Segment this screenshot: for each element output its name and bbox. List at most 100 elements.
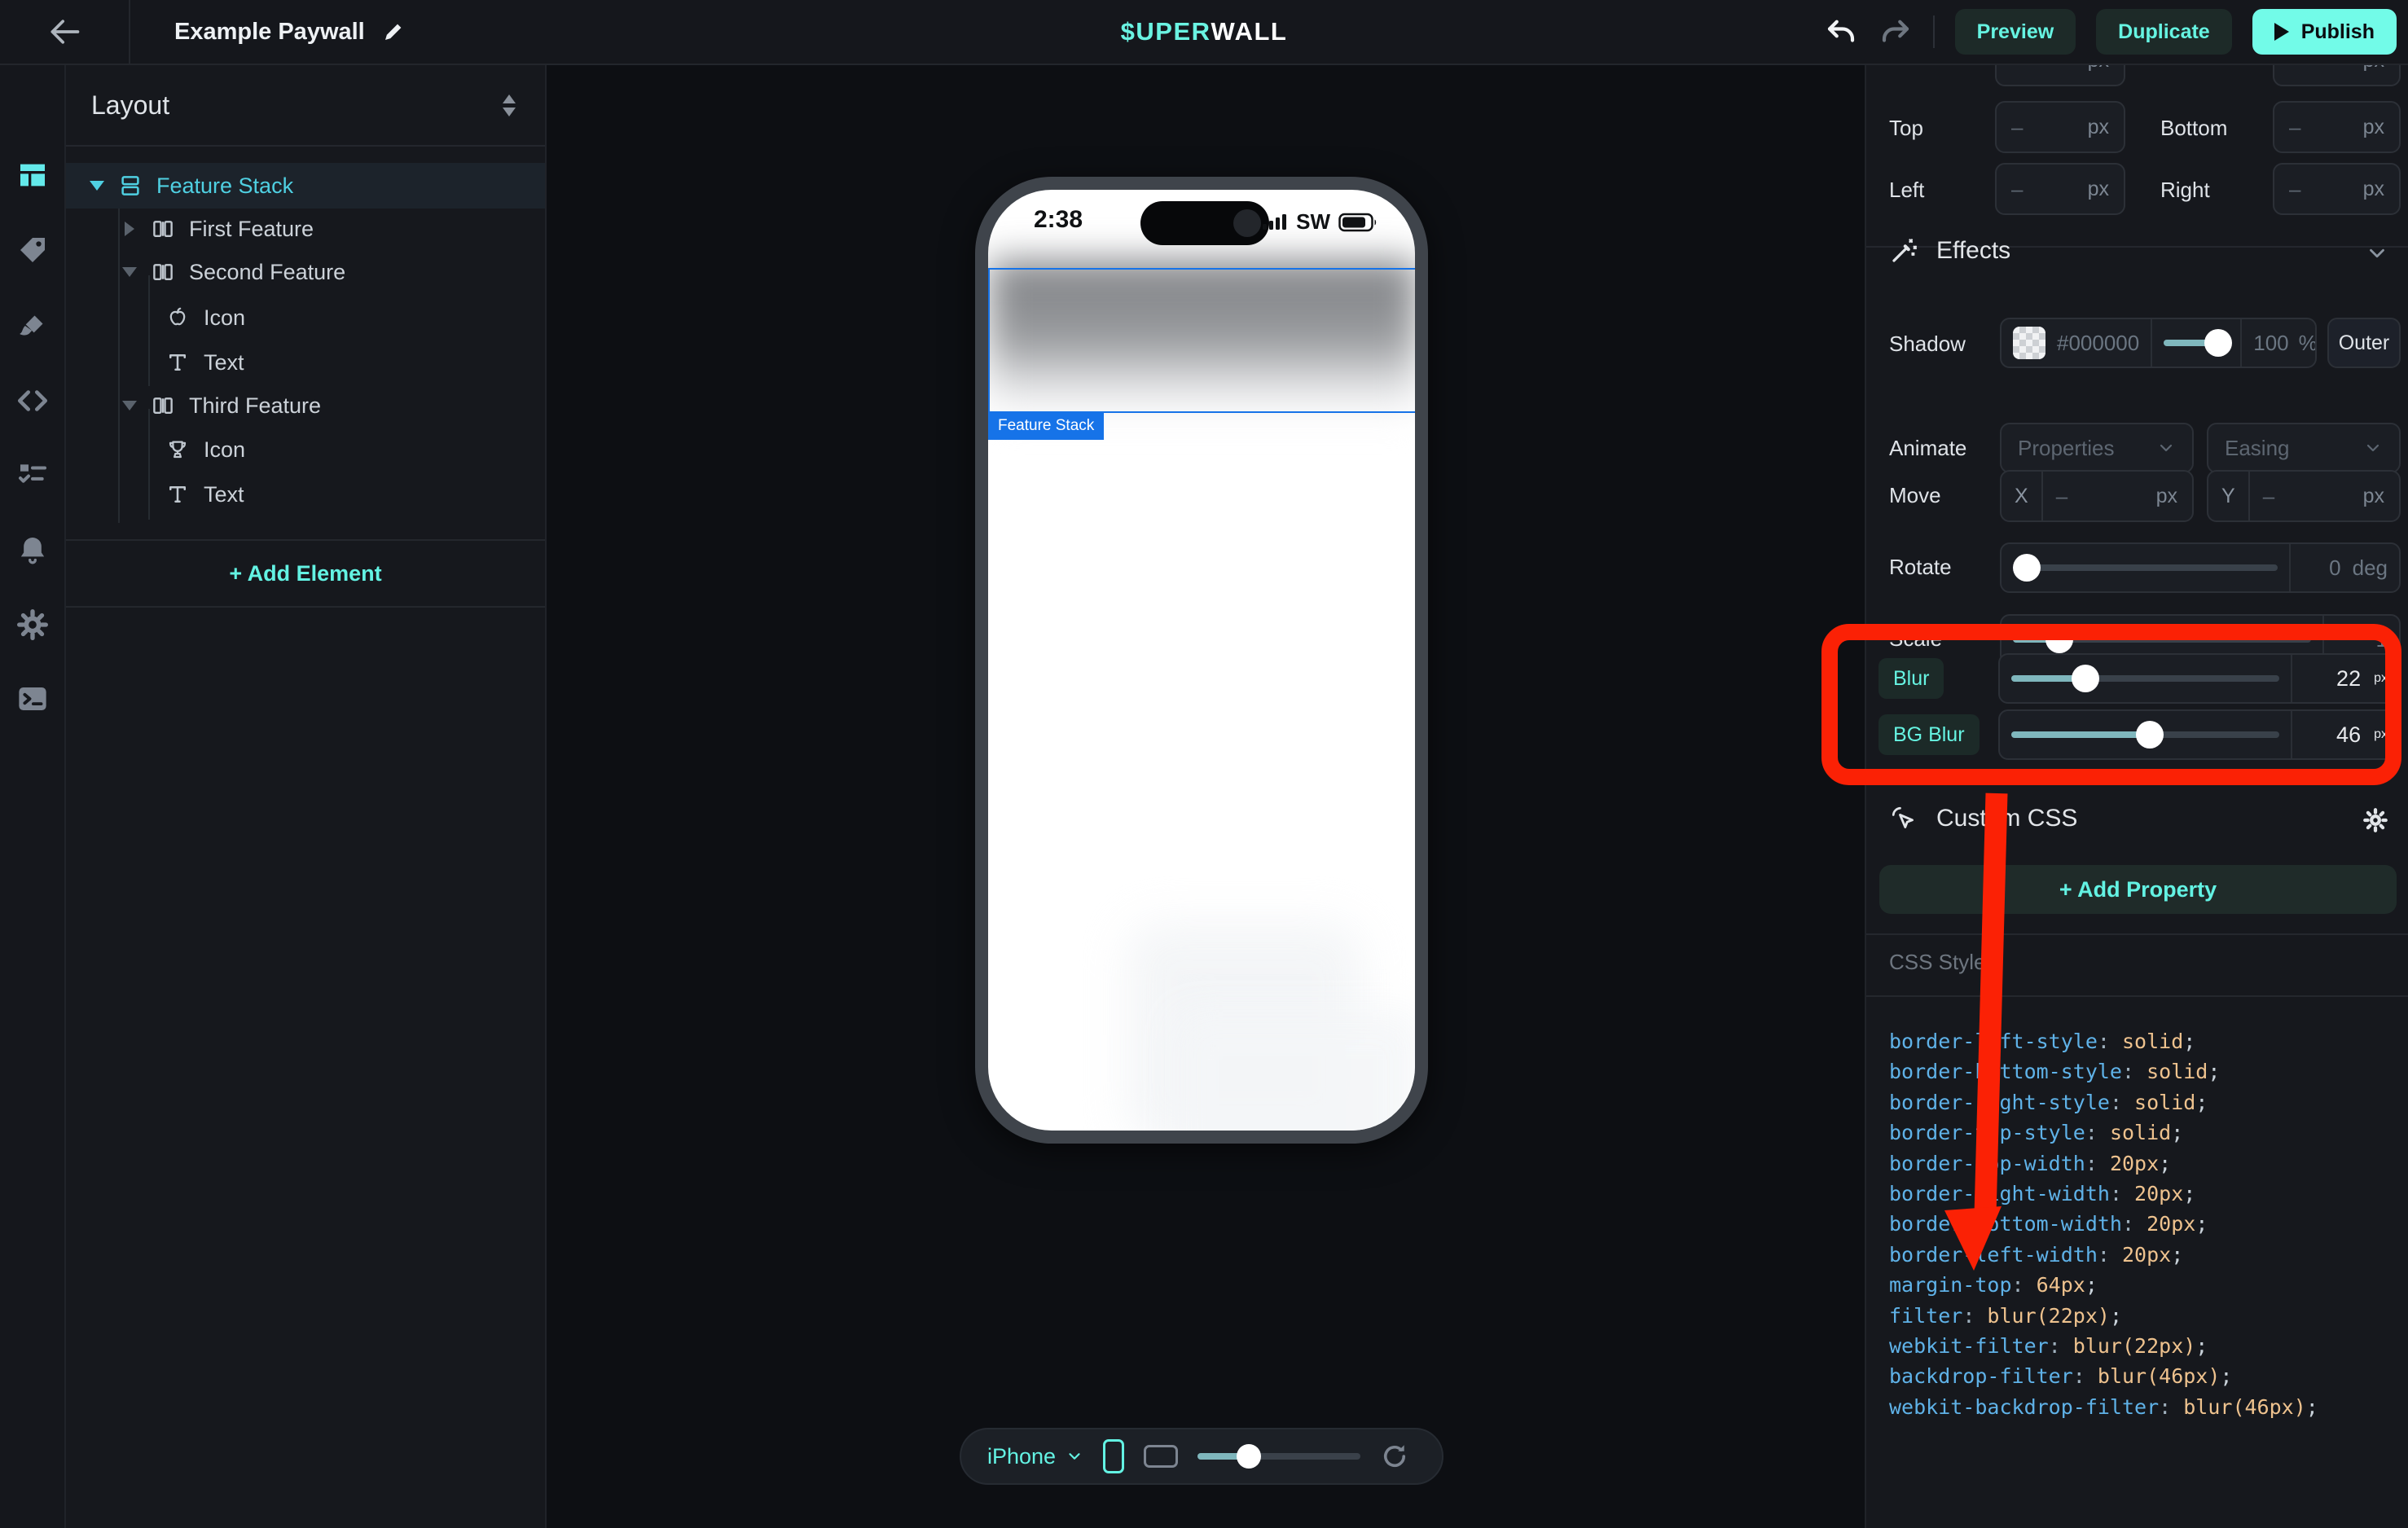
- padding-right-input[interactable]: – px: [2273, 163, 2401, 215]
- move-x-input[interactable]: X – px: [2000, 470, 2194, 522]
- duplicate-button[interactable]: Duplicate: [2096, 9, 2232, 55]
- iphone-preview-frame: Feature Stack 2:38 SW: [975, 177, 1428, 1144]
- css-code-line: backdrop-filter: blur(46px);: [1889, 1361, 2318, 1391]
- rail-brush-icon[interactable]: [0, 302, 64, 349]
- section-divider: [1866, 933, 2408, 935]
- rotate-label: Rotate: [1889, 555, 1952, 580]
- add-property-button[interactable]: + Add Property: [1879, 865, 2397, 914]
- move-label: Move: [1889, 483, 1941, 508]
- shadow-slider-knob[interactable]: [2204, 329, 2232, 357]
- padding-right-label: Right: [2160, 178, 2210, 203]
- rotate-slider-knob[interactable]: [2013, 554, 2041, 582]
- shadow-color-swatch[interactable]: [2013, 327, 2045, 359]
- custom-css-title: Custom CSS: [1936, 805, 2077, 832]
- css-code-line: margin-top: 64px;: [1889, 1270, 2318, 1300]
- add-element-label: + Add Element: [229, 561, 381, 586]
- trophy-icon: [165, 437, 190, 462]
- add-element-button[interactable]: + Add Element: [66, 539, 545, 608]
- css-code-block[interactable]: border-left-style: solid;border-bottom-s…: [1889, 1026, 2318, 1422]
- chevron-down-icon: [2156, 438, 2176, 458]
- preview-button[interactable]: Preview: [1955, 9, 2076, 55]
- shadow-hex-value: #000000: [2057, 331, 2139, 356]
- padding-bottom-input[interactable]: – px: [2273, 101, 2401, 153]
- custom-css-section-header[interactable]: Custom CSS: [1889, 804, 2077, 833]
- canvas-bottom-toolbar: iPhone: [960, 1428, 1443, 1485]
- edit-pencil-icon[interactable]: [381, 20, 406, 44]
- device-selector[interactable]: iPhone: [987, 1444, 1083, 1469]
- undo-icon[interactable]: [1824, 15, 1858, 49]
- shadow-opacity-slider[interactable]: [2151, 319, 2240, 367]
- shadow-color-control[interactable]: #000000: [2002, 319, 2151, 367]
- status-bar-right: SW: [1262, 209, 1379, 235]
- shadow-label: Shadow: [1889, 332, 1966, 357]
- tree-item-first-feature[interactable]: First Feature: [66, 206, 545, 252]
- device-selector-label: iPhone: [987, 1444, 1056, 1469]
- tree-item-second-feature[interactable]: Second Feature: [66, 249, 545, 295]
- zoom-slider-knob[interactable]: [1237, 1444, 1261, 1469]
- tree-item-feature-stack[interactable]: Feature Stack: [66, 163, 545, 209]
- portrait-orientation-button[interactable]: [1103, 1439, 1124, 1473]
- tree-item-icon-2[interactable]: Icon: [66, 295, 545, 340]
- caret-down-icon[interactable]: [88, 181, 106, 191]
- rail-settings-icon[interactable]: [0, 601, 64, 648]
- tree-item-icon-3[interactable]: Icon: [66, 427, 545, 472]
- custom-css-gear-icon[interactable]: [2362, 806, 2389, 834]
- padding-left-label: Left: [1889, 178, 1924, 203]
- rail-checklist-icon[interactable]: [0, 450, 64, 498]
- padding-bottom-label: Bottom: [2160, 116, 2227, 141]
- tree-item-third-feature[interactable]: Third Feature: [66, 383, 545, 428]
- animate-properties-dropdown[interactable]: Properties: [2000, 423, 2194, 473]
- sort-icon[interactable]: [503, 94, 516, 116]
- move-y-input[interactable]: Y – px: [2207, 470, 2401, 522]
- logo-rest: WALL: [1211, 17, 1288, 46]
- chevron-down-icon: [1066, 1447, 1083, 1465]
- caret-down-icon[interactable]: [121, 401, 138, 411]
- magic-wand-icon: [1889, 236, 1918, 266]
- landscape-orientation-button[interactable]: [1144, 1445, 1178, 1468]
- css-code-line: border-top-width: 20px;: [1889, 1148, 2318, 1179]
- apple-icon: [165, 305, 190, 330]
- css-code-line: border-bottom-style: solid;: [1889, 1056, 2318, 1087]
- tree-item-label: Second Feature: [189, 260, 345, 285]
- back-button[interactable]: [0, 0, 130, 64]
- caret-right-icon[interactable]: [121, 222, 138, 236]
- css-code-line: border-left-style: solid;: [1889, 1026, 2318, 1056]
- rotate-value[interactable]: 0 deg: [2289, 544, 2399, 591]
- publish-button[interactable]: Publish: [2252, 9, 2397, 55]
- effects-title: Effects: [1936, 237, 2010, 265]
- rail-tag-icon[interactable]: [0, 226, 64, 274]
- shadow-opacity-value[interactable]: 100 %: [2240, 319, 2317, 367]
- tree-item-text-2[interactable]: Text: [66, 340, 545, 385]
- refresh-icon[interactable]: [1380, 1442, 1409, 1471]
- effects-section-header[interactable]: Effects: [1889, 236, 2010, 266]
- css-styles-label: CSS Styles: [1889, 950, 1997, 975]
- iphone-screen[interactable]: Feature Stack 2:38 SW: [988, 190, 1415, 1131]
- toolbar-divider: [1933, 15, 1935, 48]
- tree-item-label: Third Feature: [189, 393, 321, 419]
- shadow-outer-button[interactable]: Outer: [2327, 318, 2401, 368]
- inspector-panel: – px – px Top – px Bottom – px Left – px…: [1865, 65, 2408, 1528]
- rail-console-icon[interactable]: [0, 675, 64, 722]
- animate-easing-dropdown[interactable]: Easing: [2207, 423, 2401, 473]
- rail-code-icon[interactable]: [0, 377, 64, 424]
- effects-collapse-chevron-icon[interactable]: [2365, 241, 2389, 266]
- tree-item-label: Icon: [204, 437, 245, 463]
- redo-icon[interactable]: [1879, 15, 1913, 49]
- tree-item-text-3[interactable]: Text: [66, 472, 545, 517]
- selection-outline[interactable]: [988, 268, 1415, 413]
- camera-dot: [1233, 209, 1261, 237]
- stack-icon: [118, 173, 143, 198]
- top-bar: Example Paywall $UPERWALL Preview Duplic…: [0, 0, 2408, 65]
- text-icon: [165, 482, 190, 507]
- rail-notifications-icon[interactable]: [0, 526, 64, 573]
- carrier-label: SW: [1296, 209, 1330, 235]
- padding-left-input[interactable]: – px: [1995, 163, 2125, 215]
- padding-top-input[interactable]: – px: [1995, 101, 2125, 153]
- shadow-control-group: #000000 100 %: [2000, 318, 2317, 368]
- rail-layout-icon[interactable]: [0, 151, 64, 199]
- canvas-zoom-slider[interactable]: [1197, 1444, 1360, 1469]
- faint-blurred-shape: [1175, 1012, 1415, 1131]
- caret-down-icon[interactable]: [121, 267, 138, 277]
- rotate-slider[interactable]: [2002, 544, 2289, 591]
- css-code-line: border-top-style: solid;: [1889, 1117, 2318, 1148]
